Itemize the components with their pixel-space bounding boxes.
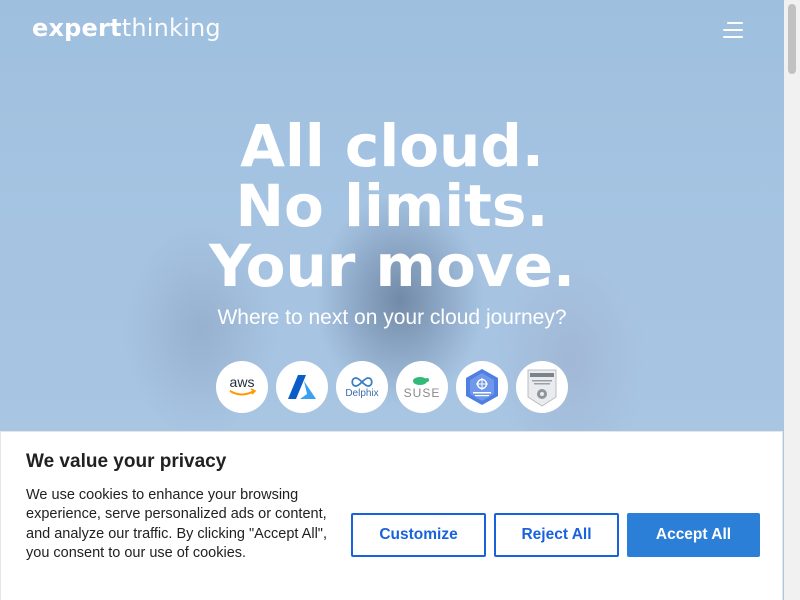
logo-light-text: thinking [121,14,221,42]
kubernetes-badge-icon [456,361,508,413]
aws-label: aws [230,374,255,390]
scrollbar-thumb[interactable] [788,4,796,74]
reject-all-button[interactable]: Reject All [494,513,619,557]
headline-line-3: Your move. [208,232,576,300]
azure-logo-icon [276,361,328,413]
brand-logo[interactable]: expertthinking [32,14,221,42]
delphix-logo-icon: Delphix [336,361,388,413]
cookie-banner-text: We use cookies to enhance your browsing … [26,487,327,562]
customize-button[interactable]: Customize [351,513,486,557]
hamburger-menu-icon[interactable] [723,22,743,38]
delphix-label: Delphix [345,388,378,399]
headline-line-2: No limits. [235,172,549,240]
menu-line [727,22,743,24]
menu-line [723,29,743,31]
headline-line-1: All cloud. [240,112,544,180]
page-scrollbar[interactable] [784,0,800,600]
aws-logo-icon: aws [216,361,268,413]
accept-all-button[interactable]: Accept All [627,513,760,557]
hero-subtitle: Where to next on your cloud journey? [217,306,567,329]
cookie-consent-banner: We value your privacy We use cookies to … [0,431,783,600]
menu-line [723,36,743,38]
suse-logo-icon: SUSE [396,361,448,413]
suse-label: SUSE [404,386,441,400]
logo-bold-text: expert [32,14,122,42]
certification-badge-icon [516,361,568,413]
cookie-banner-title: We value your privacy [26,451,227,472]
partner-badges: aws Delphix SUSE [216,361,576,413]
